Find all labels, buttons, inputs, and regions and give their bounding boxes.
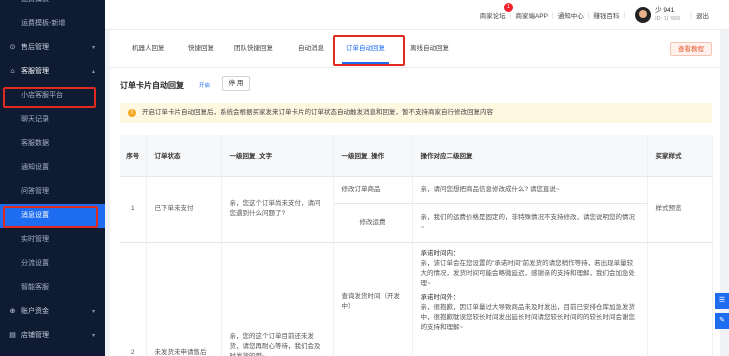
sidebar-group-label: 账户资金 bbox=[21, 308, 49, 315]
chevron-down-icon: ▾ bbox=[91, 309, 95, 315]
chevron-down-icon: ▾ bbox=[91, 45, 95, 51]
sidebar: 运费模板 运费模板-新增 ⊙ 售后管理 ▾ ⌂ 客服管理 ▴ 小店客服平台 聊天记录… bbox=[0, 0, 105, 356]
sidebar-group-after-sales[interactable]: ⊙ 售后管理 ▾ bbox=[0, 36, 105, 60]
sidebar-item-freight-template-new[interactable]: 运费模板-新增 bbox=[0, 12, 105, 36]
top-bar: 商家论坛 1 | 商家端APP | 通知中心 | 赚钱百科 | 少 941 ID:… bbox=[105, 0, 729, 30]
sidebar-group-label: 客服管理 bbox=[21, 68, 49, 75]
chevron-up-icon: ▴ bbox=[91, 69, 95, 75]
tab-team-quick-reply[interactable]: 团队快捷回复 bbox=[234, 30, 273, 68]
notification-badge: 1 bbox=[503, 3, 513, 12]
row-action: 修改订单商品 bbox=[333, 176, 413, 204]
warning-icon: ! bbox=[128, 109, 136, 117]
row-level2-reply: 亲，请问您想把商品信息修改成什么? 请您直说~ bbox=[412, 176, 648, 204]
status-badge: 开启 bbox=[199, 83, 211, 89]
sidebar-item-shop-cs-platform[interactable]: 小店客服平台 bbox=[0, 84, 105, 108]
circle-icon: ⊙ bbox=[9, 44, 16, 51]
store-icon: ▤ bbox=[9, 332, 16, 339]
divider: | bbox=[623, 11, 626, 19]
notification-center-link[interactable]: 通知中心 bbox=[558, 10, 584, 20]
row-buyer-style bbox=[647, 242, 713, 356]
promise-time-text: 亲，该订单会在您设置的"承诺时间"前发货的请您稍作等待，若出现单量较大的情况，发… bbox=[420, 259, 636, 287]
divider: | bbox=[690, 11, 692, 19]
divider: | bbox=[551, 11, 554, 19]
sidebar-item-routing-settings[interactable]: 分流设置 bbox=[0, 252, 105, 276]
sidebar-item-notification-settings[interactable]: 通知设置 bbox=[0, 156, 105, 180]
auto-reply-table: 序号 订单状态 一级回复_文字 一级回复_操作 操作对应二级回复 买家样式 1 … bbox=[120, 135, 713, 356]
table-header-row: 序号 订单状态 一级回复_文字 一级回复_操作 操作对应二级回复 买家样式 bbox=[120, 135, 713, 177]
tab-order-auto-reply[interactable]: 订单自动回复 bbox=[342, 30, 389, 68]
sidebar-item-chat-history[interactable]: 聊天记录 bbox=[0, 108, 105, 132]
column-header-level2-reply: 操作对应二级回复 bbox=[412, 135, 648, 177]
column-header-order-status: 订单状态 bbox=[146, 135, 222, 177]
row-index: 1 bbox=[120, 176, 147, 243]
tab-quick-reply[interactable]: 快捷回复 bbox=[188, 30, 214, 68]
notice-banner: ! 开启订单卡片自动回复后，系统会根据买家发来订单卡片的订单状态自动触发消息和回… bbox=[120, 103, 712, 123]
row-level1-text: 亲，您这个订单尚未支付，请问您遇到什么问题了? bbox=[221, 176, 334, 243]
view-tutorial-button[interactable]: 查看教程 bbox=[670, 42, 712, 56]
sidebar-item-freight-template[interactable]: 运费模板 bbox=[0, 0, 105, 12]
row-index: 2 bbox=[120, 242, 147, 356]
promise-time-label: 承诺时间内： bbox=[420, 249, 460, 257]
wallet-icon: ⊕ bbox=[9, 308, 16, 315]
column-header-buyer-style: 买家样式 bbox=[647, 135, 713, 177]
table-row: 1 已下单未支付 亲，您这个订单尚未支付，请问您遇到什么问题了? 修改订单商品 … bbox=[120, 176, 713, 243]
table-row: 2 未发货未申请售后 亲，您的这个订单目前还未发货，请您再耐心等待，我们会及时发… bbox=[120, 242, 713, 356]
overdue-time-label: 承诺时间外： bbox=[420, 293, 460, 301]
row-order-status: 未发货未申请售后 bbox=[146, 242, 222, 356]
sidebar-item-realtime-management[interactable]: 实时管理 bbox=[0, 228, 105, 252]
sidebar-group-label: 售后管理 bbox=[21, 44, 49, 51]
overdue-time-text: 亲，很抱歉，因订单量过大导致商品未及时发出，目前已安排仓库加急发货中，很抱歉耽误… bbox=[420, 303, 636, 331]
forum-link[interactable]: 商家论坛 1 bbox=[480, 3, 513, 20]
sidebar-item-message-settings[interactable]: 消息设置 bbox=[0, 204, 105, 228]
row-level2-reply: 承诺时间内： 亲，该订单会在您设置的"承诺时间"前发货的请您稍作等待，若出现单量… bbox=[412, 242, 648, 356]
earning-wiki-link[interactable]: 赚钱百科 bbox=[593, 10, 619, 20]
divider: | bbox=[587, 11, 590, 19]
row-level2-reply: 亲，我们的运费价格是固定的，非特殊情况不支持修改，请您说明您的情况~ bbox=[412, 203, 648, 243]
section-title: 订单卡片自动回复 bbox=[120, 81, 184, 90]
sidebar-group-customer-service[interactable]: ⌂ 客服管理 ▴ bbox=[0, 60, 105, 84]
float-edit-icon[interactable]: ✎ bbox=[715, 313, 729, 329]
column-header-index: 序号 bbox=[120, 135, 147, 177]
chevron-down-icon: ▾ bbox=[91, 333, 95, 339]
username: 少 941 bbox=[655, 7, 675, 14]
sidebar-group-store-management[interactable]: ▤ 店铺管理 ▾ bbox=[0, 324, 105, 348]
sidebar-item-cs-data[interactable]: 客服数据 bbox=[0, 132, 105, 156]
tab-offline-auto-reply[interactable]: 离线自动回复 bbox=[410, 30, 449, 68]
row-order-status: 已下单未支付 bbox=[146, 176, 222, 243]
style-preview-link[interactable]: 样式预览 bbox=[647, 176, 713, 243]
row-level1-text: 亲，您的这个订单目前还未发货，请您再耐心等待，我们会及时发货的哦~ bbox=[221, 242, 334, 356]
sidebar-group-account-funds[interactable]: ⊕ 账户资金 ▾ bbox=[0, 300, 105, 324]
sidebar-group-label: 店铺管理 bbox=[21, 332, 49, 339]
tab-robot-reply[interactable]: 机器人回复 bbox=[132, 30, 165, 68]
top-nav: 商家论坛 1 | 商家端APP | 通知中心 | 赚钱百科 | 少 941 ID:… bbox=[480, 0, 709, 30]
headset-icon: ⌂ bbox=[10, 68, 15, 75]
avatar[interactable] bbox=[635, 7, 652, 23]
sidebar-item-smart-cs[interactable]: 智能客服 bbox=[0, 276, 105, 300]
row-action: 修改运费 bbox=[333, 203, 413, 243]
float-menu-icon[interactable]: ☰ bbox=[715, 293, 729, 309]
user-id: ID: 1( '666 bbox=[655, 16, 681, 22]
divider: | bbox=[509, 11, 512, 19]
merchant-app-link[interactable]: 商家端APP bbox=[515, 10, 548, 20]
tab-auto-message[interactable]: 自动消息 bbox=[298, 30, 324, 68]
row-action: 查询发货时间（开发中） bbox=[333, 242, 413, 356]
logout-link[interactable]: 退出 bbox=[696, 10, 709, 20]
user-info[interactable]: 少 941 ID: 1( '666 bbox=[655, 7, 680, 23]
column-header-level1-action: 一级回复_操作 bbox=[333, 135, 413, 177]
notice-text: 开启订单卡片自动回复后，系统会根据买家发来订单卡片的订单状态自动触发消息和回复，… bbox=[142, 109, 493, 116]
sidebar-item-qa-management[interactable]: 问答管理 bbox=[0, 180, 105, 204]
disable-button[interactable]: 停 用 bbox=[222, 76, 250, 91]
tab-bar: 机器人回复 快捷回复 团队快捷回复 自动消息 订单自动回复 离线自动回复 查看教… bbox=[110, 30, 720, 68]
column-header-level1-text: 一级回复_文字 bbox=[221, 135, 334, 177]
main-panel: 机器人回复 快捷回复 团队快捷回复 自动消息 订单自动回复 离线自动回复 查看教… bbox=[110, 30, 720, 356]
